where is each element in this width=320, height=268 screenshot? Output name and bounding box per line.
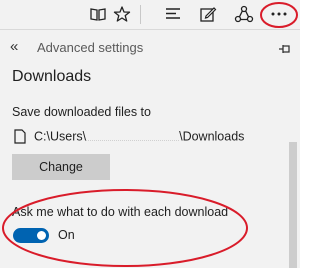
toggle-state-label: On — [58, 228, 75, 242]
web-note-icon[interactable] — [196, 2, 220, 26]
browser-window: « Advanced settings Downloads Save downl… — [0, 0, 300, 268]
download-path-suffix: \Downloads — [179, 129, 245, 144]
panel-header: « Advanced settings — [0, 30, 300, 66]
back-icon[interactable]: « — [10, 39, 24, 54]
hub-icon[interactable] — [161, 2, 185, 26]
scrollbar-thumb[interactable] — [289, 142, 297, 268]
download-path: C:\Users\ \Downloads — [34, 129, 244, 144]
ask-download-label: Ask me what to do with each download — [12, 205, 229, 219]
ask-download-toggle[interactable] — [13, 228, 49, 243]
downloads-heading: Downloads — [12, 68, 92, 85]
favorite-star-icon[interactable] — [110, 2, 134, 26]
toggle-knob — [37, 231, 46, 240]
pin-icon[interactable] — [278, 42, 292, 60]
save-location-label: Save downloaded files to — [12, 105, 151, 119]
browser-toolbar — [0, 0, 300, 30]
file-icon — [14, 129, 26, 149]
download-path-prefix: C:\Users\ — [34, 129, 87, 144]
settings-panel: « Advanced settings Downloads Save downl… — [0, 30, 300, 268]
panel-title: Advanced settings — [37, 40, 144, 55]
toolbar-divider — [140, 5, 141, 24]
redacted-username — [86, 133, 180, 141]
more-icon[interactable] — [267, 2, 291, 26]
reading-view-icon[interactable] — [86, 2, 110, 26]
share-icon[interactable] — [232, 2, 256, 26]
change-button[interactable]: Change — [12, 154, 110, 180]
